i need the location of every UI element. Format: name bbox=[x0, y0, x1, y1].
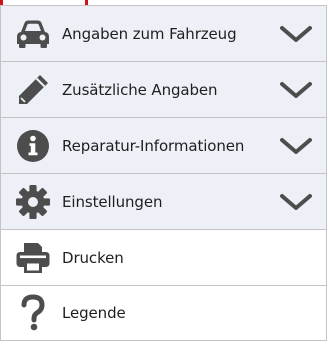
menu-item-drucken[interactable]: Drucken bbox=[1, 229, 326, 285]
menu-item-label: Drucken bbox=[62, 248, 124, 267]
sidebar-panel: Angaben zum Fahrzeug Zusätzliche Angaben bbox=[0, 0, 328, 353]
menu-item-zusaetzliche-angaben[interactable]: Zusätzliche Angaben bbox=[1, 61, 326, 117]
menu-item-label: Zusätzliche Angaben bbox=[62, 80, 218, 99]
chevron-down-icon[interactable] bbox=[279, 80, 313, 100]
chevron-down-icon[interactable] bbox=[279, 24, 313, 44]
menu-item-legende[interactable]: Legende bbox=[1, 285, 326, 341]
menu-item-reparatur-informationen[interactable]: Reparatur-Informationen bbox=[1, 117, 326, 173]
printer-icon bbox=[13, 238, 53, 278]
gear-icon bbox=[13, 182, 53, 222]
side-menu: Angaben zum Fahrzeug Zusätzliche Angaben bbox=[0, 5, 327, 341]
info-icon bbox=[13, 126, 53, 166]
question-mark-icon bbox=[13, 293, 53, 333]
menu-item-label: Einstellungen bbox=[62, 192, 163, 211]
menu-item-label: Angaben zum Fahrzeug bbox=[62, 24, 237, 43]
chevron-down-icon[interactable] bbox=[279, 192, 313, 212]
menu-item-angaben-zum-fahrzeug[interactable]: Angaben zum Fahrzeug bbox=[1, 5, 326, 61]
pencil-icon bbox=[13, 70, 53, 110]
menu-item-einstellungen[interactable]: Einstellungen bbox=[1, 173, 326, 229]
chevron-down-icon[interactable] bbox=[279, 136, 313, 156]
menu-item-label: Legende bbox=[62, 304, 126, 322]
menu-item-label: Reparatur-Informationen bbox=[62, 136, 245, 155]
car-icon bbox=[13, 14, 53, 54]
